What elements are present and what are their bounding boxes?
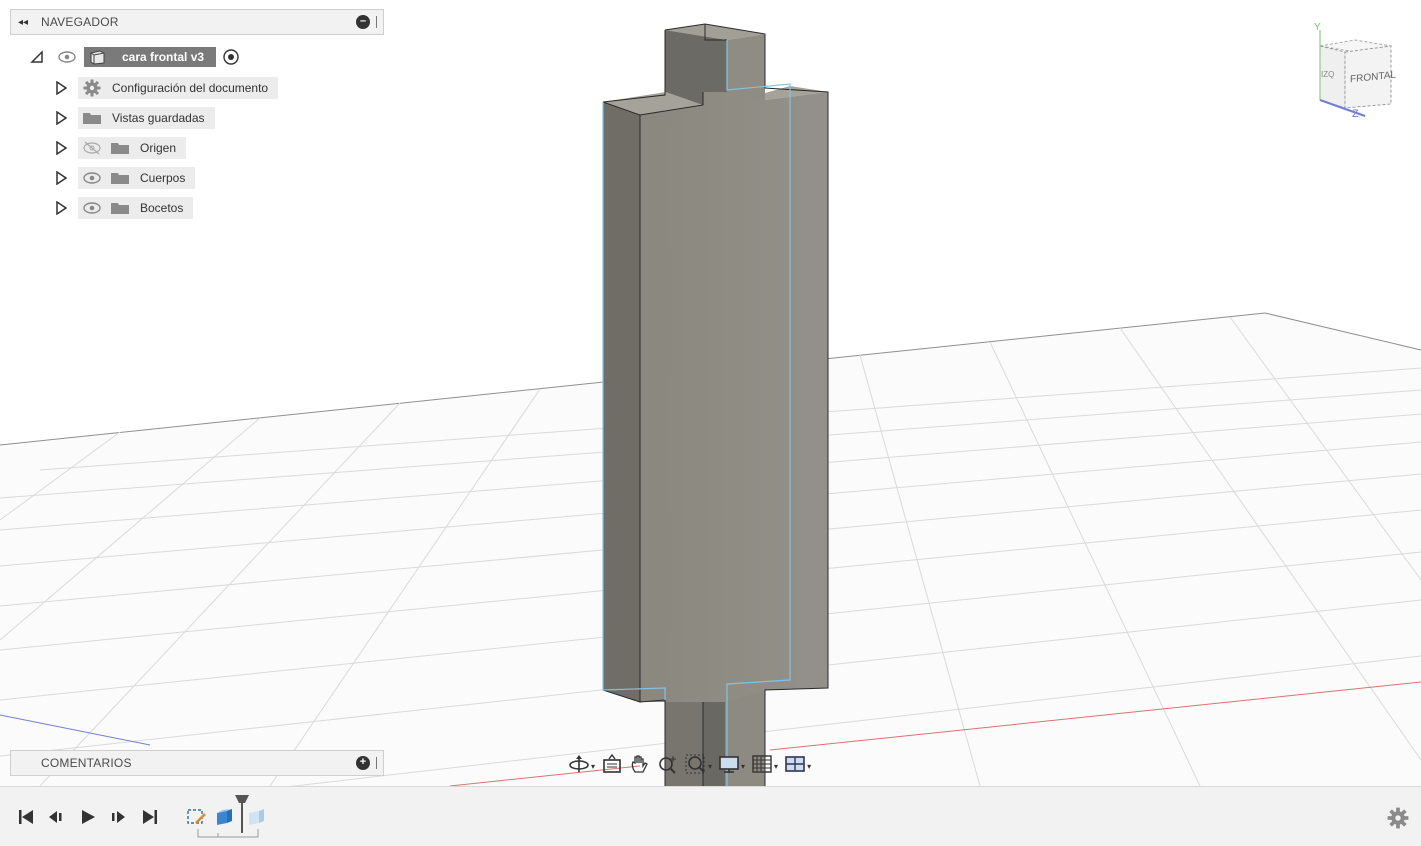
activate-radio-icon[interactable] bbox=[222, 48, 240, 66]
viewcube-axis-y: Y bbox=[1314, 22, 1321, 33]
tree-item-document-settings[interactable]: Configuración del documento bbox=[54, 77, 279, 99]
collapse-navigator-icon[interactable]: ◂◂ bbox=[11, 17, 35, 28]
display-settings-icon bbox=[718, 754, 740, 779]
gear-icon[interactable] bbox=[1387, 807, 1409, 829]
viewports-icon bbox=[784, 754, 806, 779]
tree-item-saved-views[interactable]: Vistas guardadas bbox=[54, 107, 215, 129]
dropdown-arrow-icon[interactable]: ▾ bbox=[741, 762, 745, 771]
tree-root[interactable]: cara frontal v3 bbox=[30, 46, 240, 68]
tree-item-chip: Origen bbox=[78, 137, 187, 159]
expand-triangle-icon[interactable] bbox=[54, 141, 68, 155]
tree-item-label: Configuración del documento bbox=[112, 81, 269, 95]
viewcube-side-label[interactable]: IZQ bbox=[1321, 70, 1334, 79]
orbit-icon bbox=[568, 754, 590, 779]
step-forward-icon[interactable] bbox=[108, 807, 128, 827]
folder-icon bbox=[110, 200, 130, 216]
pan-tool[interactable] bbox=[627, 754, 653, 778]
dropdown-arrow-icon[interactable]: ▾ bbox=[708, 762, 712, 771]
eye-icon[interactable] bbox=[82, 200, 102, 216]
folder-icon bbox=[82, 110, 102, 126]
timeline-bar bbox=[0, 786, 1421, 846]
component-icon bbox=[84, 47, 110, 67]
zoom-tool[interactable] bbox=[655, 754, 681, 778]
comments-header: COMENTARIOS + bbox=[10, 750, 384, 776]
eye-icon[interactable] bbox=[58, 51, 76, 63]
viewports-tool[interactable]: ▾ bbox=[782, 754, 813, 778]
body-feature-icon[interactable] bbox=[246, 807, 268, 827]
tree-item-origin[interactable]: Origen bbox=[54, 137, 187, 159]
tree-item-sketches[interactable]: Bocetos bbox=[54, 197, 194, 219]
minimize-navigator-button[interactable]: – bbox=[356, 15, 370, 29]
zoom-icon bbox=[657, 754, 679, 779]
step-back-icon[interactable] bbox=[46, 807, 66, 827]
look-at-icon bbox=[601, 753, 623, 779]
go-to-end-icon[interactable] bbox=[140, 807, 160, 827]
expand-triangle-icon[interactable] bbox=[54, 171, 68, 185]
eye-icon[interactable] bbox=[82, 170, 102, 186]
navigator-title: NAVEGADOR bbox=[41, 15, 119, 29]
grid-icon bbox=[751, 754, 773, 779]
gear-icon bbox=[82, 79, 102, 97]
tree-item-label: Vistas guardadas bbox=[112, 111, 205, 125]
tree-item-label: Cuerpos bbox=[140, 171, 186, 185]
timeline-track bbox=[197, 829, 259, 838]
tree-item-label: Bocetos bbox=[140, 201, 184, 215]
expand-triangle-icon[interactable] bbox=[54, 201, 68, 215]
tree-item-chip: Cuerpos bbox=[78, 167, 196, 189]
tree-item-chip: Configuración del documento bbox=[78, 77, 279, 99]
display-settings-tool[interactable]: ▾ bbox=[716, 754, 747, 778]
fit-tool[interactable]: ▾ bbox=[683, 754, 714, 778]
play-icon[interactable] bbox=[78, 807, 98, 827]
look-at-tool[interactable] bbox=[599, 753, 625, 779]
dropdown-arrow-icon[interactable]: ▾ bbox=[807, 762, 811, 771]
grid-tool[interactable]: ▾ bbox=[749, 754, 780, 778]
pan-icon bbox=[629, 754, 651, 779]
dropdown-arrow-icon[interactable]: ▾ bbox=[774, 762, 778, 771]
navigator-header: ◂◂ NAVEGADOR – bbox=[10, 9, 384, 35]
tree-item-chip: Bocetos bbox=[78, 197, 194, 219]
solid-body bbox=[602, 23, 829, 786]
go-to-start-icon[interactable] bbox=[16, 807, 36, 827]
resize-handle-icon[interactable] bbox=[376, 757, 379, 769]
fit-icon bbox=[685, 754, 707, 779]
tree-item-label: Origen bbox=[140, 141, 177, 155]
dropdown-arrow-icon[interactable]: ▾ bbox=[591, 762, 595, 771]
expand-triangle-icon[interactable] bbox=[54, 111, 68, 125]
tree-item-chip: Vistas guardadas bbox=[78, 107, 215, 129]
resize-handle-icon[interactable] bbox=[376, 16, 379, 28]
folder-icon bbox=[110, 140, 130, 156]
folder-icon bbox=[110, 170, 130, 186]
eye-hidden-icon[interactable] bbox=[82, 140, 102, 156]
root-component-label[interactable]: cara frontal v3 bbox=[110, 47, 217, 67]
expand-comments-button[interactable]: + bbox=[356, 756, 370, 770]
collapse-triangle-icon[interactable] bbox=[30, 49, 46, 65]
orbit-tool[interactable]: ▾ bbox=[566, 754, 597, 778]
expand-triangle-icon[interactable] bbox=[54, 81, 68, 95]
navigation-toolbar: ▾ ▾ ▾ ▾ ▾ bbox=[566, 752, 813, 780]
sketch-feature-icon[interactable] bbox=[186, 807, 208, 827]
comments-title: COMENTARIOS bbox=[41, 756, 132, 770]
tree-item-bodies[interactable]: Cuerpos bbox=[54, 167, 196, 189]
viewcube-axis-z: Z bbox=[1352, 108, 1359, 120]
